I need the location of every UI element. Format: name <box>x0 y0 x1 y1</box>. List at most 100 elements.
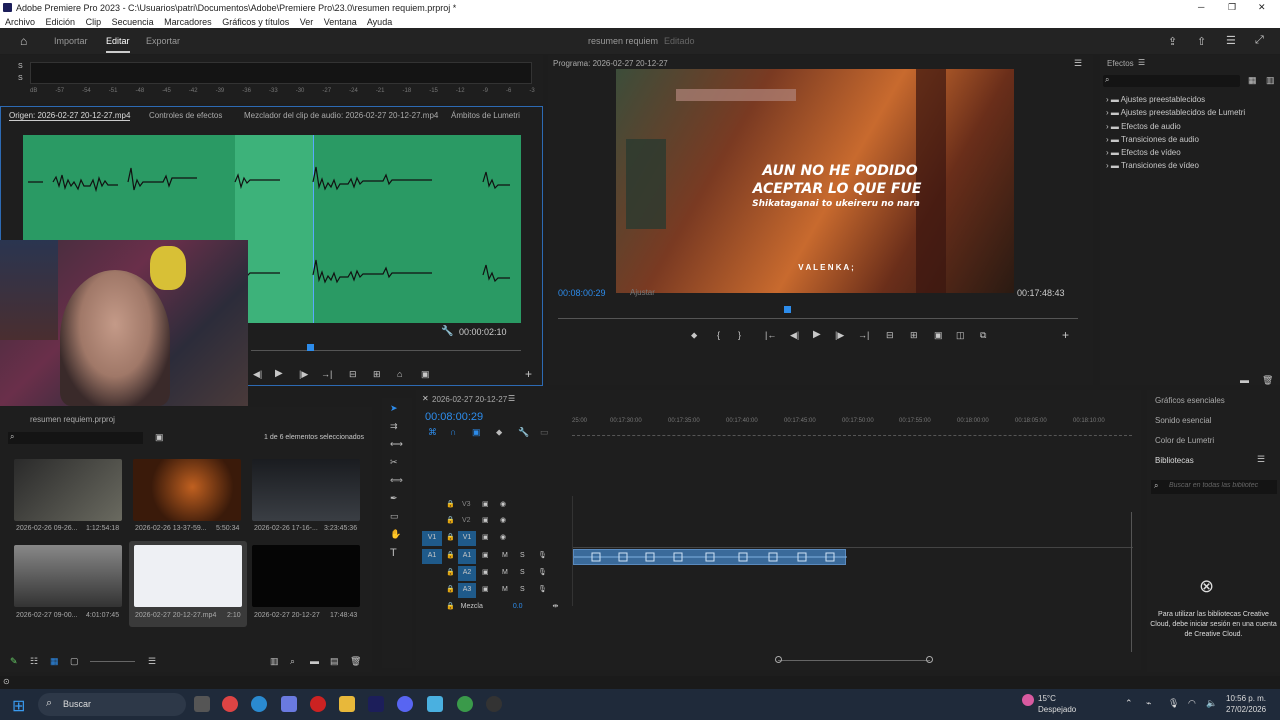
effects-item[interactable]: › ▬ Transiciones de audio <box>1106 133 1245 146</box>
icon-view-icon[interactable]: ▦ <box>50 656 59 667</box>
menu-marcadores[interactable]: Marcadores <box>164 17 212 27</box>
menu-icon[interactable]: ☰ <box>1226 34 1236 47</box>
eye-icon[interactable]: ◉ <box>500 500 506 508</box>
sync-icon[interactable]: ▣ <box>482 551 489 559</box>
lift-icon[interactable]: ⊟ <box>886 330 894 341</box>
lock-icon[interactable]: 🔒 <box>446 500 455 508</box>
menu-archivo[interactable]: Archivo <box>5 17 35 27</box>
maximize-button[interactable]: ❐ <box>1228 2 1236 13</box>
add-button-icon[interactable]: + <box>525 367 532 381</box>
panel-sonido-esencial[interactable]: Sonido esencial <box>1155 416 1211 425</box>
marker-icon[interactable]: ⬥ <box>496 427 502 438</box>
new-item-icon[interactable]: ▤ <box>330 656 339 667</box>
taskbar-search[interactable]: ⌕ Buscar <box>38 693 186 716</box>
clear-icon[interactable]: 🗑 <box>350 656 361 667</box>
mic-icon[interactable]: 🎙 <box>1168 698 1179 709</box>
accelerated-icon[interactable]: ▥ <box>1266 75 1275 86</box>
scroll-handle-right[interactable] <box>926 656 933 663</box>
play-button[interactable]: ▶ <box>275 368 283 379</box>
go-to-out-icon[interactable]: →| <box>858 330 869 340</box>
compare-icon[interactable]: ◫ <box>956 330 965 341</box>
discord-icon[interactable] <box>397 696 413 712</box>
selection-tool-icon[interactable]: ➤ <box>390 403 398 414</box>
premiere-icon[interactable] <box>368 696 384 712</box>
settings-icon[interactable]: 🔧 <box>518 427 529 438</box>
chrome-icon-2[interactable] <box>457 696 473 712</box>
mute-button[interactable]: M <box>502 586 508 593</box>
delete-icon[interactable]: 🗑 <box>1262 375 1273 386</box>
windows-start-icon[interactable]: ⊞ <box>12 696 25 716</box>
pencil-icon[interactable]: ✎ <box>10 656 18 667</box>
panel-bibliotecas[interactable]: Bibliotecas <box>1155 456 1194 465</box>
menu-ayuda[interactable]: Ayuda <box>367 17 392 27</box>
wifi-icon[interactable]: ◠ <box>1188 698 1196 709</box>
menu-ver[interactable]: Ver <box>300 17 314 27</box>
panel-graficos-esenciales[interactable]: Gráficos esenciales <box>1155 396 1225 405</box>
step-back-icon[interactable]: ◀| <box>253 369 262 380</box>
app-icon[interactable] <box>427 696 443 712</box>
clock-time[interactable]: 10:56 p. m. <box>1226 694 1266 703</box>
mark-out-icon[interactable]: } <box>738 330 741 340</box>
add-button-icon[interactable]: + <box>1062 328 1069 342</box>
libraries-menu-icon[interactable]: ☰ <box>1257 454 1265 465</box>
go-to-in-icon[interactable]: |← <box>765 330 776 340</box>
clock-date[interactable]: 27/02/2026 <box>1226 705 1266 714</box>
timeline-hscroll[interactable] <box>778 660 930 661</box>
ripple-edit-icon[interactable]: ⟷ <box>390 439 403 450</box>
tab-mezclador-audio[interactable]: Mezclador del clip de audio: 2026-02-27 … <box>244 111 438 120</box>
step-back-icon[interactable]: ◀| <box>790 330 799 341</box>
track-a2[interactable]: 🔒 A2 ▣ M S 🎙 <box>416 566 572 582</box>
track-v3[interactable]: 🔒 V3 ▣ ◉ <box>416 498 572 514</box>
track-select-icon[interactable]: ⇉ <box>390 421 398 432</box>
track-a1[interactable]: A1 🔒 A1 ▣ M S 🎙 <box>416 549 572 565</box>
solo-button[interactable]: S <box>520 552 525 559</box>
freeform-view-icon[interactable]: ▢ <box>70 656 79 667</box>
volume-icon[interactable]: 🔈 <box>1206 698 1217 709</box>
opera-icon[interactable] <box>310 696 326 712</box>
fit-dropdown[interactable]: Ajustar <box>630 288 655 297</box>
source-scrubber[interactable] <box>251 350 521 351</box>
lock-icon[interactable]: 🔒 <box>446 533 455 541</box>
timeline-title[interactable]: 2026-02-27 20-12-27 <box>432 395 507 404</box>
mark-in-icon[interactable]: { <box>717 330 720 340</box>
vr-icon[interactable]: ⧉ <box>980 330 986 341</box>
new-bin-icon[interactable]: ▣ <box>155 432 164 443</box>
close-tab-icon[interactable]: ✕ <box>422 394 429 403</box>
source-patch-v1[interactable]: V1 <box>422 531 442 546</box>
camera-icon[interactable]: ⌂ <box>397 369 402 379</box>
linked-icon[interactable]: ∩ <box>450 427 456 437</box>
libraries-search[interactable]: ⌕ Buscar en todas las bibliotec <box>1151 480 1277 494</box>
menu-clip[interactable]: Clip <box>86 17 102 27</box>
slip-icon[interactable]: ⟺ <box>390 475 403 486</box>
sync-icon[interactable]: ▣ <box>482 585 489 593</box>
mix-value[interactable]: 0.0 <box>513 603 523 610</box>
copilot-icon[interactable] <box>281 696 297 712</box>
program-menu-icon[interactable]: ☰ <box>1074 58 1082 69</box>
menu-secuencia[interactable]: Secuencia <box>112 17 154 27</box>
tab-editar[interactable]: Editar <box>106 36 130 53</box>
lock-icon[interactable]: 🔒 <box>446 585 455 593</box>
zoom-slider[interactable] <box>90 661 135 662</box>
sync-icon[interactable]: ▣ <box>482 516 489 524</box>
extract-icon[interactable]: ⊞ <box>910 330 918 341</box>
effects-item[interactable]: › ▬ Efectos de audio <box>1106 120 1245 133</box>
mix-arrows-icon[interactable]: ⇹ <box>553 603 559 610</box>
home-icon[interactable]: ⌂ <box>20 34 27 48</box>
hand-icon[interactable]: ✋ <box>390 529 401 540</box>
audio-clip[interactable] <box>573 549 847 565</box>
lock-icon[interactable]: 🔒 <box>446 516 455 524</box>
button-editor-icon[interactable]: ▣ <box>421 369 430 380</box>
mic-icon[interactable]: 🎙 <box>538 551 547 559</box>
task-view-icon[interactable] <box>194 696 210 712</box>
menu-ventana[interactable]: Ventana <box>324 17 357 27</box>
sort-icon[interactable]: ☰ <box>148 656 156 667</box>
minimize-button[interactable]: ─ <box>1198 2 1204 12</box>
mic-icon[interactable]: 🎙 <box>538 568 547 576</box>
razor-icon[interactable]: ✂ <box>390 457 398 468</box>
lock-icon[interactable]: 🔒 <box>446 568 455 576</box>
fullscreen-icon[interactable]: ⤢ <box>1255 34 1264 47</box>
edge-icon[interactable] <box>251 696 267 712</box>
tab-origen[interactable]: Origen: 2026-02-27 20-12-27.mp4 <box>9 111 131 121</box>
eye-icon[interactable]: ◉ <box>500 533 506 541</box>
panel-color-lumetri[interactable]: Color de Lumetri <box>1155 436 1214 445</box>
